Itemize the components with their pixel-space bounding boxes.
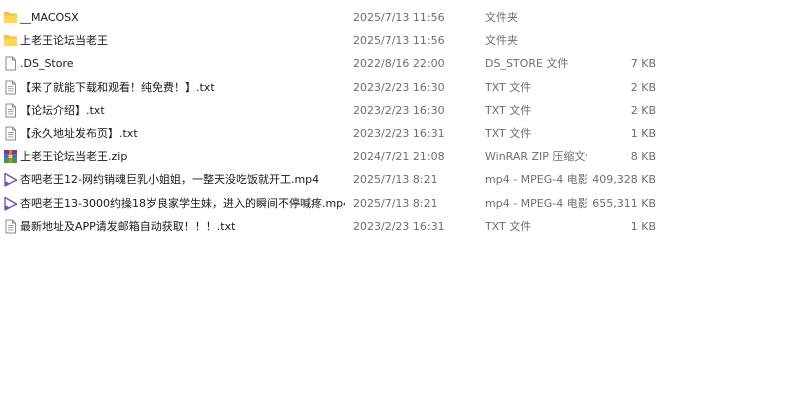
file-name: 【永久地址发布页】.txt xyxy=(20,127,138,140)
file-name: 【来了就能下载和观看！纯免费！】.txt xyxy=(20,80,215,94)
file-row[interactable]: 杏吧老王13-3000约操18岁良家学生妹，进入的瞬间不停喊疼.mp4 2025/… xyxy=(0,192,800,215)
file-name: 杏吧老王13-3000约操18岁良家学生妹，进入的瞬间不停喊疼.mp4 xyxy=(20,196,345,210)
file-type: TXT 文件 xyxy=(485,103,532,117)
file-row[interactable]: __MACOSX 2025/7/13 11:56 文件夹 xyxy=(0,6,800,29)
file-name: 【论坛介绍】.txt xyxy=(20,103,105,117)
file-modified-date: 2024/7/21 21:08 xyxy=(353,150,445,164)
video-file-icon xyxy=(3,168,18,191)
text-file-icon xyxy=(3,215,18,238)
file-row[interactable]: 上老王论坛当老王 2025/7/13 11:56 文件夹 xyxy=(0,29,800,52)
text-file-icon xyxy=(3,99,18,122)
file-modified-date: 2023/2/23 16:30 xyxy=(353,80,445,94)
file-size: 655,311 KB xyxy=(592,196,656,210)
folder-icon xyxy=(3,29,18,52)
file-size xyxy=(590,29,656,52)
file-name: 上老王论坛当老王.zip xyxy=(20,150,128,164)
file-size: 2 KB xyxy=(630,103,656,117)
file-modified-date: 2022/8/16 22:00 xyxy=(353,57,445,71)
file-modified-date: 2025/7/13 11:56 xyxy=(353,11,445,24)
file-modified-date: 2023/2/23 16:31 xyxy=(353,219,445,233)
file-size: 8 KB xyxy=(630,150,656,164)
file-modified-date: 2025/7/13 8:21 xyxy=(353,173,438,187)
file-row[interactable]: 杏吧老王12-网约销魂巨乳小姐姐，一整天没吃饭就开工.mp4 2025/7/13 … xyxy=(0,168,800,191)
file-type: TXT 文件 xyxy=(485,219,532,233)
file-size: 2 KB xyxy=(630,80,656,94)
file-name: 杏吧老王12-网约销魂巨乳小姐姐，一整天没吃饭就开工.mp4 xyxy=(20,173,320,187)
file-type: DS_STORE 文件 xyxy=(485,57,569,71)
file-type: mp4 - MPEG-4 电影... xyxy=(485,173,587,187)
file-size xyxy=(590,6,656,29)
file-type: 文件夹 xyxy=(485,11,518,24)
file-modified-date: 2023/2/23 16:30 xyxy=(353,103,445,117)
file-row[interactable]: .DS_Store 2022/8/16 22:00 DS_STORE 文件 7 KB xyxy=(0,52,800,75)
file-modified-date: 2023/2/23 16:31 xyxy=(353,127,445,140)
file-modified-date: 2025/7/13 8:21 xyxy=(353,196,438,210)
document-icon xyxy=(3,52,18,75)
file-name: .DS_Store xyxy=(20,57,74,71)
file-type: TXT 文件 xyxy=(485,80,532,94)
file-name: 最新地址及APP请发邮箱自动获取！！！.txt xyxy=(20,219,236,233)
file-row[interactable]: 【论坛介绍】.txt 2023/2/23 16:30 TXT 文件 2 KB xyxy=(0,99,800,122)
file-size: 1 KB xyxy=(630,219,656,233)
file-list: __MACOSX 2025/7/13 11:56 文件夹 上老王论坛当老王 2025/7… xyxy=(0,0,800,405)
file-size: 1 KB xyxy=(630,127,656,140)
file-row[interactable]: 上老王论坛当老王.zip 2024/7/21 21:08 WinRAR ZIP 压缩… xyxy=(0,145,800,168)
file-size: 409,328 KB xyxy=(592,173,656,187)
file-type: mp4 - MPEG-4 电影... xyxy=(485,196,587,210)
file-type: TXT 文件 xyxy=(485,127,532,140)
file-row[interactable]: 【来了就能下载和观看！纯免费！】.txt 2023/2/23 16:30 TXT 文… xyxy=(0,76,800,99)
file-type: 文件夹 xyxy=(485,34,518,48)
file-type: WinRAR ZIP 压缩文件 xyxy=(485,150,587,164)
file-name: 上老王论坛当老王 xyxy=(20,34,108,48)
file-row[interactable]: 【永久地址发布页】.txt 2023/2/23 16:31 TXT 文件 1 KB xyxy=(0,122,800,145)
file-size: 7 KB xyxy=(630,57,656,71)
text-file-icon xyxy=(3,122,18,145)
video-file-icon xyxy=(3,192,18,215)
file-name: __MACOSX xyxy=(20,11,79,24)
file-row[interactable]: 最新地址及APP请发邮箱自动获取！！！.txt 2023/2/23 16:31 TX… xyxy=(0,215,800,238)
winrar-archive-icon xyxy=(3,145,18,168)
folder-icon xyxy=(3,6,18,29)
text-file-icon xyxy=(3,76,18,99)
file-modified-date: 2025/7/13 11:56 xyxy=(353,34,445,48)
